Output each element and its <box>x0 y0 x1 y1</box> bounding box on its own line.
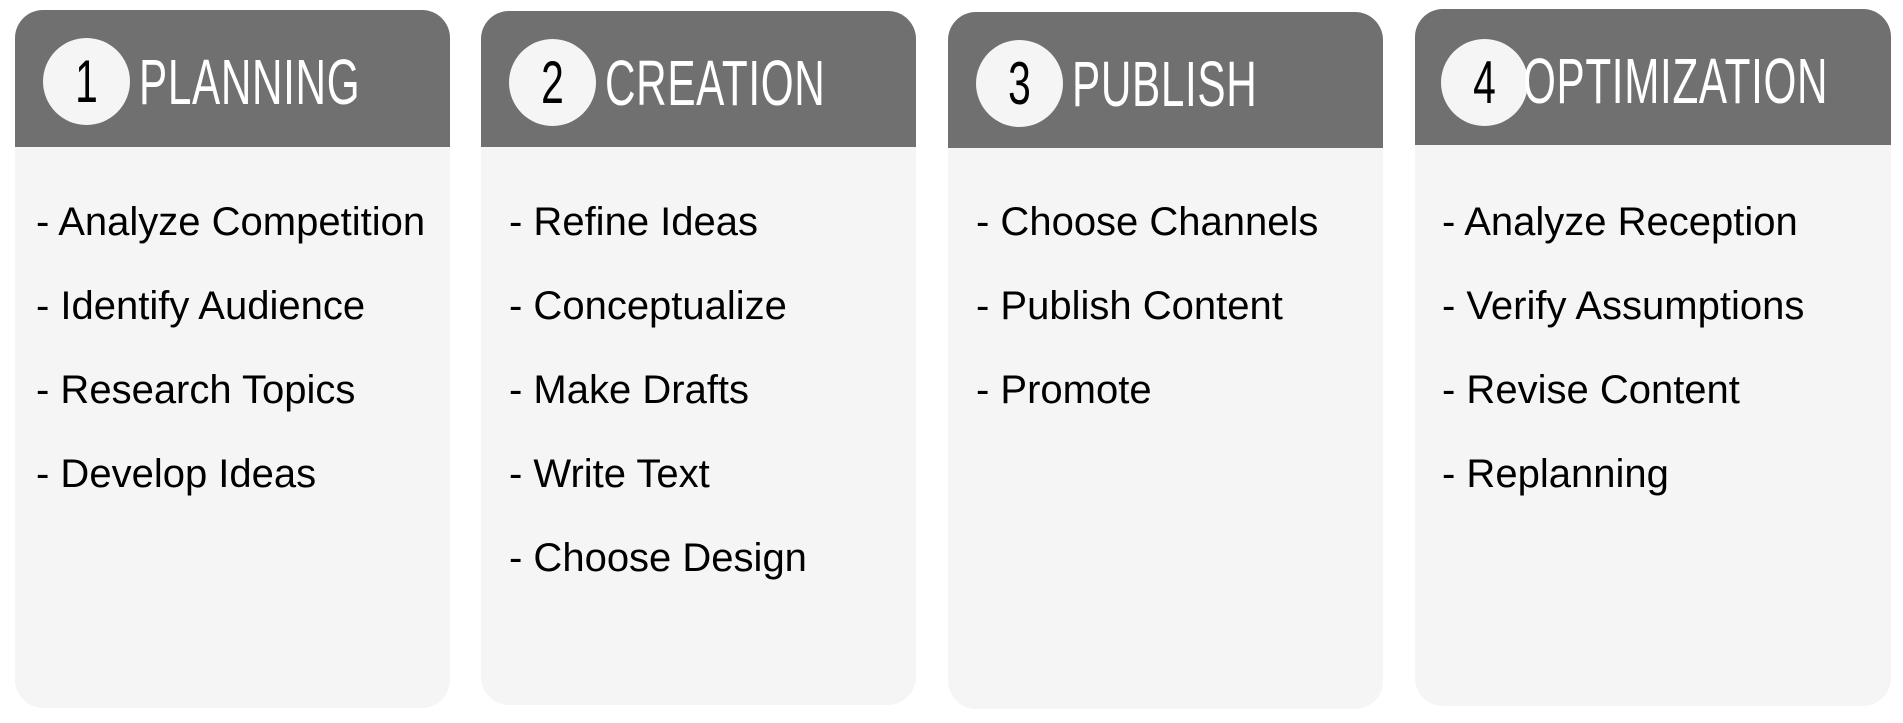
step-header: 1 PLANNING <box>15 10 450 147</box>
step-title: CREATION <box>605 47 826 119</box>
step-title: PUBLISH <box>1072 48 1258 120</box>
task-list: - Analyze Competition - Identify Audienc… <box>36 180 425 516</box>
task-item: - Research Topics <box>36 368 356 412</box>
task-list: - Choose Channels - Publish Content - Pr… <box>976 180 1318 432</box>
step-header: 2 CREATION <box>481 11 916 147</box>
step-card-publish: 3 PUBLISH - Choose Channels - Publish Co… <box>948 12 1383 709</box>
task-item: - Choose Design <box>509 536 807 580</box>
step-number: 1 <box>75 48 98 115</box>
step-number-badge: 2 <box>509 39 596 126</box>
task-item: - Revise Content <box>1442 368 1740 412</box>
task-item: - Refine Ideas <box>509 200 759 244</box>
step-number: 4 <box>1473 49 1496 116</box>
task-item: - Conceptualize <box>509 284 787 328</box>
step-card-creation: 2 CREATION - Refine Ideas - Conceptualiz… <box>481 11 916 705</box>
step-header: 4 OPTIMIZATION <box>1415 9 1891 145</box>
task-item: - Make Drafts <box>509 368 750 412</box>
task-item: - Analyze Competition <box>36 200 426 244</box>
task-item: - Choose Channels <box>976 200 1319 244</box>
step-number: 2 <box>541 49 564 116</box>
task-item: - Identify Audience <box>36 284 366 328</box>
task-item: - Promote <box>976 368 1152 412</box>
step-title: PLANNING <box>139 46 361 118</box>
step-number: 3 <box>1008 50 1031 117</box>
step-number-badge: 3 <box>976 40 1063 127</box>
task-item: - Verify Assumptions <box>1442 284 1805 328</box>
task-item: - Publish Content <box>976 284 1283 328</box>
step-card-optimization: 4 OPTIMIZATION - Analyze Reception - Ver… <box>1415 9 1891 706</box>
step-number-badge: 4 <box>1441 39 1528 126</box>
task-item: - Develop Ideas <box>36 452 317 496</box>
task-list: - Refine Ideas - Conceptualize - Make Dr… <box>509 180 807 600</box>
step-title: OPTIMIZATION <box>1523 45 1829 117</box>
task-list: - Analyze Reception - Verify Assumptions… <box>1442 180 1804 516</box>
step-number-badge: 1 <box>43 38 130 125</box>
task-item: - Write Text <box>509 452 710 496</box>
task-item: - Analyze Reception <box>1442 200 1798 244</box>
step-header: 3 PUBLISH <box>948 12 1383 148</box>
step-card-planning: 1 PLANNING - Analyze Competition - Ident… <box>15 10 450 708</box>
task-item: - Replanning <box>1442 452 1669 496</box>
